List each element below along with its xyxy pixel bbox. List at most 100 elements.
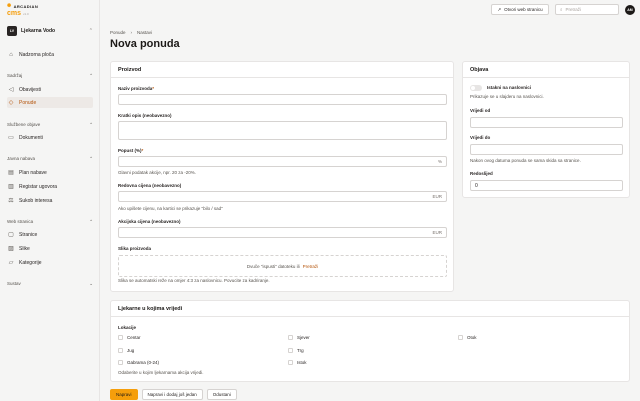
product-name-label: Naziv proizvoda* [118,86,154,91]
location-checkbox-istok[interactable]: Istok [288,360,307,365]
sidebar-item-label: Ponude [19,99,37,106]
sidebar-section-official[interactable]: Službene objave ⌃ [7,122,93,128]
checkbox-label: Sjever [297,335,310,340]
chevron-up-icon: ⌃ [89,73,93,78]
short-desc-label: Kratki opis (neobavezno) [118,113,172,118]
sidebar-item-label: Plan nabave [19,169,47,176]
sidebar-section-website[interactable]: Web stranica ⌃ [7,219,93,225]
required-mark: * [141,148,144,153]
brand-product: cms [7,10,22,17]
valid-from-input[interactable] [470,117,623,128]
valid-from-label: Vrijedi od [470,108,491,113]
brand-logo[interactable]: ✺ ARCADIAN cms v1.0 [7,3,38,17]
user-avatar[interactable]: AM [625,5,635,15]
chevron-up-icon: ⌃ [89,122,93,127]
page-title: Nova ponuda [110,38,180,50]
featured-label: Istakni na naslovnici [487,85,532,90]
card-title: Proizvod [111,62,453,78]
valid-to-hint: Nakon ovog datuma ponuda se sama skida s… [470,158,581,163]
location-checkbox-sjever[interactable]: Sjever [288,335,310,340]
sidebar-item-label: Dokumenti [19,134,43,141]
upload-browse-link[interactable]: Pretraži [303,264,319,269]
locations-label: Lokacije [118,325,137,330]
sidebar-item-dokumenti[interactable]: ▭ Dokumenti [7,132,93,143]
checkbox-label: Istok [297,360,307,365]
pharmacies-card: Ljekarne u kojima vrijedi Lokacije Centa… [110,300,630,382]
label-text: Naziv proizvoda [118,86,153,91]
sidebar-item-ponude[interactable]: ◇ Ponude [7,97,93,108]
location-checkbox-otok[interactable]: Otok [458,335,477,340]
chevron-down-icon: ⌄ [89,281,93,286]
checkbox-box [288,360,293,365]
order-input[interactable]: 0 [470,180,623,191]
regular-price-label: Redovna cijena (neobavezno) [118,183,182,188]
search-placeholder: Pretraži [565,7,582,12]
create-button[interactable]: Napravi [110,389,138,400]
sidebar-item-label: Sukob interesa [19,197,53,204]
order-value: 0 [475,182,478,189]
section-label: Sadržaj [7,73,23,78]
featured-hint: Prikazuje se u slajderu na naslovnici. [470,94,544,99]
location-checkbox-trg[interactable]: Trg [288,348,304,353]
tenant-name: Ljekarna Vodo [21,28,56,34]
brand-sun-icon: ✺ [7,3,12,9]
discount-hint: Glavni podatak akcije, npr. 20 za -20%. [118,170,197,175]
open-website-button[interactable]: ↗ Otvori web stranicu [491,4,549,15]
location-checkbox-jug[interactable]: Jug [118,348,134,353]
location-checkbox-centar[interactable]: Centar [118,335,141,340]
locations-hint: Odaberite u kojim ljekarnama akcija vrij… [118,370,204,375]
short-desc-textarea[interactable] [118,121,447,140]
sidebar-section-system[interactable]: Sustav ⌄ [7,281,93,287]
regular-price-input[interactable]: EUR [118,191,447,202]
search-input[interactable]: ⌕ Pretraži [555,4,619,15]
featured-toggle[interactable] [470,85,482,91]
sidebar-item-plan-nabave[interactable]: ▤ Plan nabave [7,167,93,178]
sidebar-item-kategorije[interactable]: ▱ Kategorije [7,257,93,268]
brand-version: v1.0 [23,12,29,16]
currency-suffix: EUR [432,230,442,235]
sidebar-section-content[interactable]: Sadržaj ⌃ [7,73,93,79]
label-text: Popust (%) [118,148,142,153]
form-actions: Napravi Napravi i dodaj još jedan Odusta… [110,389,237,400]
checkbox-box [288,335,293,340]
regular-price-hint: Ako upišete cijenu, na kartici se prikaz… [118,206,223,211]
sidebar-section-procurement[interactable]: Javna nabava ⌃ [7,156,93,162]
sidebar-item-slike[interactable]: ▨ Slike [7,243,93,254]
card-title: Objava [463,62,629,78]
chevron-up-down-icon: ⌃ [88,28,93,34]
breadcrumb-item[interactable]: Ponude [110,30,126,35]
image-upload-dropzone[interactable]: Dvuče "ispusti" datoteku ili Pretraži [118,255,447,277]
open-website-label: Otvori web stranicu [504,7,543,12]
order-label: Redoslijed [470,171,493,176]
sidebar-item-stranice[interactable]: ▢ Stranice [7,229,93,240]
checkbox-box [118,348,123,353]
sidebar-item-obavijesti[interactable]: ◁ Obavijesti [7,84,93,95]
publish-card: Objava Istakni na naslovnici Prikazuje s… [462,61,630,198]
checkbox-box [118,335,123,340]
cancel-button[interactable]: Odustani [206,389,237,400]
location-checkbox-gabrama[interactable]: Gabrama (0-24) [118,360,159,365]
product-name-input[interactable] [118,94,447,105]
contract-icon: ▥ [8,184,14,190]
percent-suffix: % [437,159,442,164]
sidebar-item-label: Stranice [19,231,38,238]
sidebar-item-dashboard[interactable]: ⌂ Nadzorna ploča [7,49,93,60]
sidebar-item-registar-ugovora[interactable]: ▥ Registar ugovora [7,181,93,192]
upload-text: Dvuče "ispusti" datoteku ili [246,263,300,269]
discount-label: Popust (%)* [118,148,143,153]
chevron-up-icon: ⌃ [89,156,93,161]
checkbox-label: Centar [127,335,141,340]
currency-suffix: EUR [432,194,442,199]
checkbox-label: Otok [467,335,477,340]
discount-input[interactable]: % [118,156,447,167]
brand-name: ARCADIAN [13,3,39,9]
image-hint: Slika se automatski reže na omjer 4:3 za… [118,278,270,283]
sidebar-item-sukob-interesa[interactable]: ⚖ Sukob interesa [7,195,93,206]
chevron-up-icon: ⌃ [89,219,93,224]
valid-to-input[interactable] [470,144,623,155]
sale-price-input[interactable]: EUR [118,227,447,238]
tenant-switcher[interactable]: LV Ljekarna Vodo ⌃ [7,25,93,37]
section-label: Sustav [7,281,21,286]
document-icon: ▭ [8,135,14,141]
create-and-add-button[interactable]: Napravi i dodaj još jedan [141,389,203,400]
